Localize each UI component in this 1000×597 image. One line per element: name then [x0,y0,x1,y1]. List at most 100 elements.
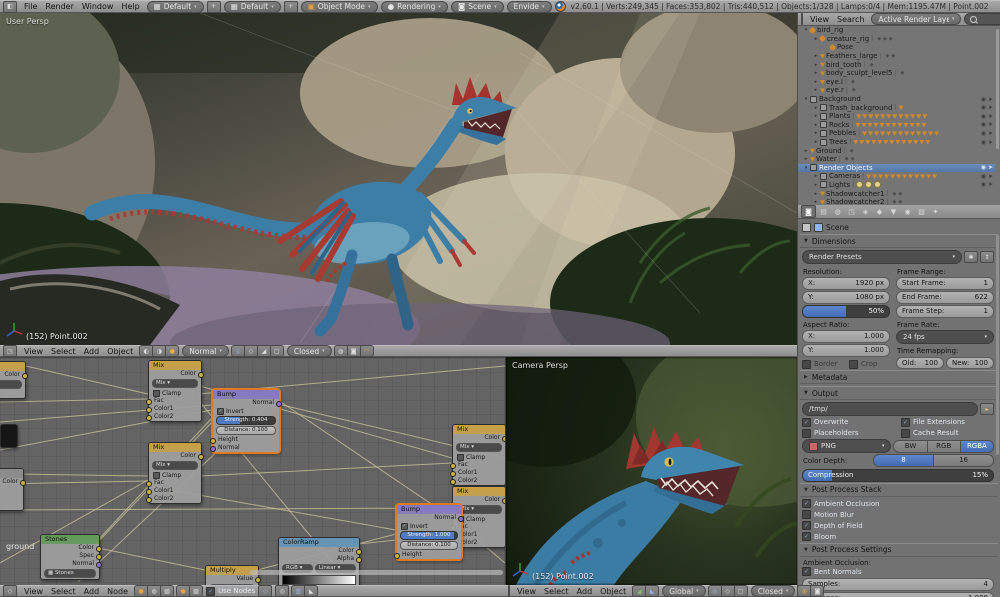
expand-icon[interactable]: ▾ [802,165,810,171]
use-nodes-checkbox[interactable]: ✓ [206,586,216,596]
panel-metadata[interactable]: ▶ Metadata [800,370,998,384]
mode-select[interactable]: ▣ Object Mode ▾ [300,0,378,13]
editor-type-outliner-icon[interactable]: ≡ [801,13,803,25]
outliner-item-shadowcatcher2[interactable]: ▸ Shadowcatcher2 | ◆ ◆ [798,198,995,205]
menu-object[interactable]: Object [103,347,137,356]
panel-dimensions[interactable]: ▼ Dimensions [800,234,998,248]
snap-icon[interactable]: ◇ [243,345,258,357]
node-material-stones[interactable]: Stones Color Spec Normal ▦ Stones [40,534,102,580]
input-socket[interactable] [210,446,216,452]
file-format-select[interactable]: PNG ▾ [802,439,892,453]
menu-select[interactable]: Select [540,587,573,596]
material-browse-icon[interactable]: ▨ [189,585,204,597]
checkbox-bloom[interactable]: ✓ Bloom [802,532,994,542]
checkbox-border[interactable]: Border [802,359,843,369]
eye-icon[interactable]: ◉ [981,104,986,111]
properties-tab-5[interactable]: ◆ [873,206,886,217]
outliner-item-lights[interactable]: ▸ Lights | ◉ ➤ [798,181,995,190]
checkbox-box[interactable]: ✓ [802,417,811,427]
field-x[interactable]: X: 1.000 [802,330,890,343]
input-socket[interactable] [146,497,152,503]
checkbox-box[interactable]: ✓ [802,532,811,541]
eye-icon[interactable]: ◉ [981,113,986,120]
field-startframe[interactable]: Start Frame: 1 [896,277,994,290]
outliner-item-rocks[interactable]: ▸ Rocks | ◉ ➤ [798,121,995,130]
properties-tab-9[interactable]: ✦ [929,206,942,217]
field-distance-[interactable]: Distance:1.000 [802,592,994,597]
output-socket[interactable] [255,577,261,583]
expand-icon[interactable]: ▸ [812,105,820,111]
outliner-search-input[interactable] [964,13,1000,25]
node-select-mix[interactable]: Mix ▾ [456,443,502,452]
checkbox-crop[interactable]: Crop [849,359,890,369]
node-header[interactable]: ColorRamp [279,538,359,547]
output-socket[interactable] [276,401,282,407]
properties-tab-0-render-active[interactable]: ◙ [801,205,816,218]
expand-icon[interactable]: ▸ [812,130,820,136]
expand-icon[interactable]: ▸ [812,113,820,119]
output-socket[interactable] [96,562,102,568]
menu-file[interactable]: File [20,2,41,11]
camera-render-icon[interactable]: ◍ [797,585,812,597]
eye-icon[interactable]: ◉ [981,139,986,146]
node-select-mix[interactable]: Mix ▾ [152,379,198,388]
outliner-item-pose[interactable]: Pose [798,43,995,52]
output-socket[interactable] [356,557,362,563]
expand-icon[interactable]: ▸ [812,191,820,197]
checkbox-box[interactable] [802,510,811,519]
selectable-icon[interactable]: ➤ [988,121,993,128]
checkbox-box[interactable] [802,359,811,369]
node-number-field[interactable]: Distance: 0.100 [216,426,276,435]
checkbox-box[interactable] [153,471,160,479]
main-3d-viewport[interactable]: User Persp (152) Point.002 [0,13,797,345]
outliner-item-bird_tooth[interactable]: ▸ bird_tooth | ◆ [798,60,995,69]
field-new[interactable]: New: 100 [946,356,994,369]
checkbox-box[interactable]: ✓ [401,522,408,530]
node-editor[interactable]: ground MixColorMix ▾FacColorFacColor1Col… [0,357,505,585]
panel-post-process-settings[interactable]: ▼ Post Process Settings [800,542,998,557]
outliner-scrollbar[interactable] [996,29,999,149]
outliner-item-pebbles[interactable]: ▸ Pebbles | ◉ ➤ [798,129,995,138]
shading-textured-icon[interactable]: ◑ [152,345,167,357]
expand-icon[interactable]: ▸ [812,70,820,76]
checkbox-box[interactable]: ✓ [802,499,811,508]
shading-select[interactable]: ● Rendering ▾ [380,0,448,13]
selectable-icon[interactable]: ➤ [988,113,993,120]
node-mix-1[interactable]: Mix Color Mix ▾ Clamp Fac Color1 Color2 [146,360,204,422]
checkbox-box[interactable]: ✓ [802,567,811,576]
outliner-item-feathers_large[interactable]: ▸ Feathers_large | ◆ ◆ [798,52,995,61]
selectable-icon[interactable]: ➤ [988,181,993,188]
node-header[interactable]: Stones [41,535,99,544]
pin-node-icon[interactable]: ◎ [275,585,290,597]
segment-8[interactable]: 8 [873,454,935,467]
node-header[interactable] [0,469,23,478]
selectable-icon[interactable]: ➤ [988,130,993,137]
screen-layout-select[interactable]: ▦ Default ▾ [146,0,204,13]
expand-icon[interactable]: ▸ [812,122,820,128]
camera-datablock-select[interactable]: Closed ▾ [750,585,796,597]
node-header[interactable]: Mix [453,425,505,434]
outliner-item-cameras[interactable]: ▸ Cameras | ◉ ➤ [798,172,995,181]
proportional-edit-icon[interactable]: ◠ [359,345,374,357]
node-checkbox-invert[interactable]: ✓ Invert [213,407,279,415]
node-group-icon[interactable]: ◣ [304,585,319,597]
output-socket[interactable] [198,372,204,378]
world-nodes-icon[interactable]: ◍ [147,585,162,597]
camera-snap-icon[interactable]: ◇ [720,585,735,597]
camera-layers-icon[interactable]: ▢ [733,585,748,597]
menu-help[interactable]: Help [117,2,143,11]
output-socket[interactable] [458,516,464,522]
render-anim-icon[interactable]: ◙ [346,345,361,357]
field-y[interactable]: Y: 1080 px [802,291,890,304]
layout-add-button[interactable]: + [206,0,221,13]
checkbox-motion-blur[interactable]: Motion Blur [802,510,994,520]
eye-icon[interactable]: ◉ [981,96,986,103]
input-socket[interactable] [146,415,152,421]
outliner-item-eye.l[interactable]: ▸ eye.l | ◆ [798,78,995,87]
pivot-icon[interactable]: ◎ [230,345,245,357]
field-x[interactable]: X: 1920 px [802,277,890,290]
expand-icon[interactable]: ▸ [802,156,810,162]
node-gray-stub-left[interactable]: ColorFacColor1Color2 [0,468,26,511]
node-select-mix[interactable]: Mix ▾ [0,380,22,389]
field-endframe[interactable]: End Frame: 622 [896,291,994,304]
